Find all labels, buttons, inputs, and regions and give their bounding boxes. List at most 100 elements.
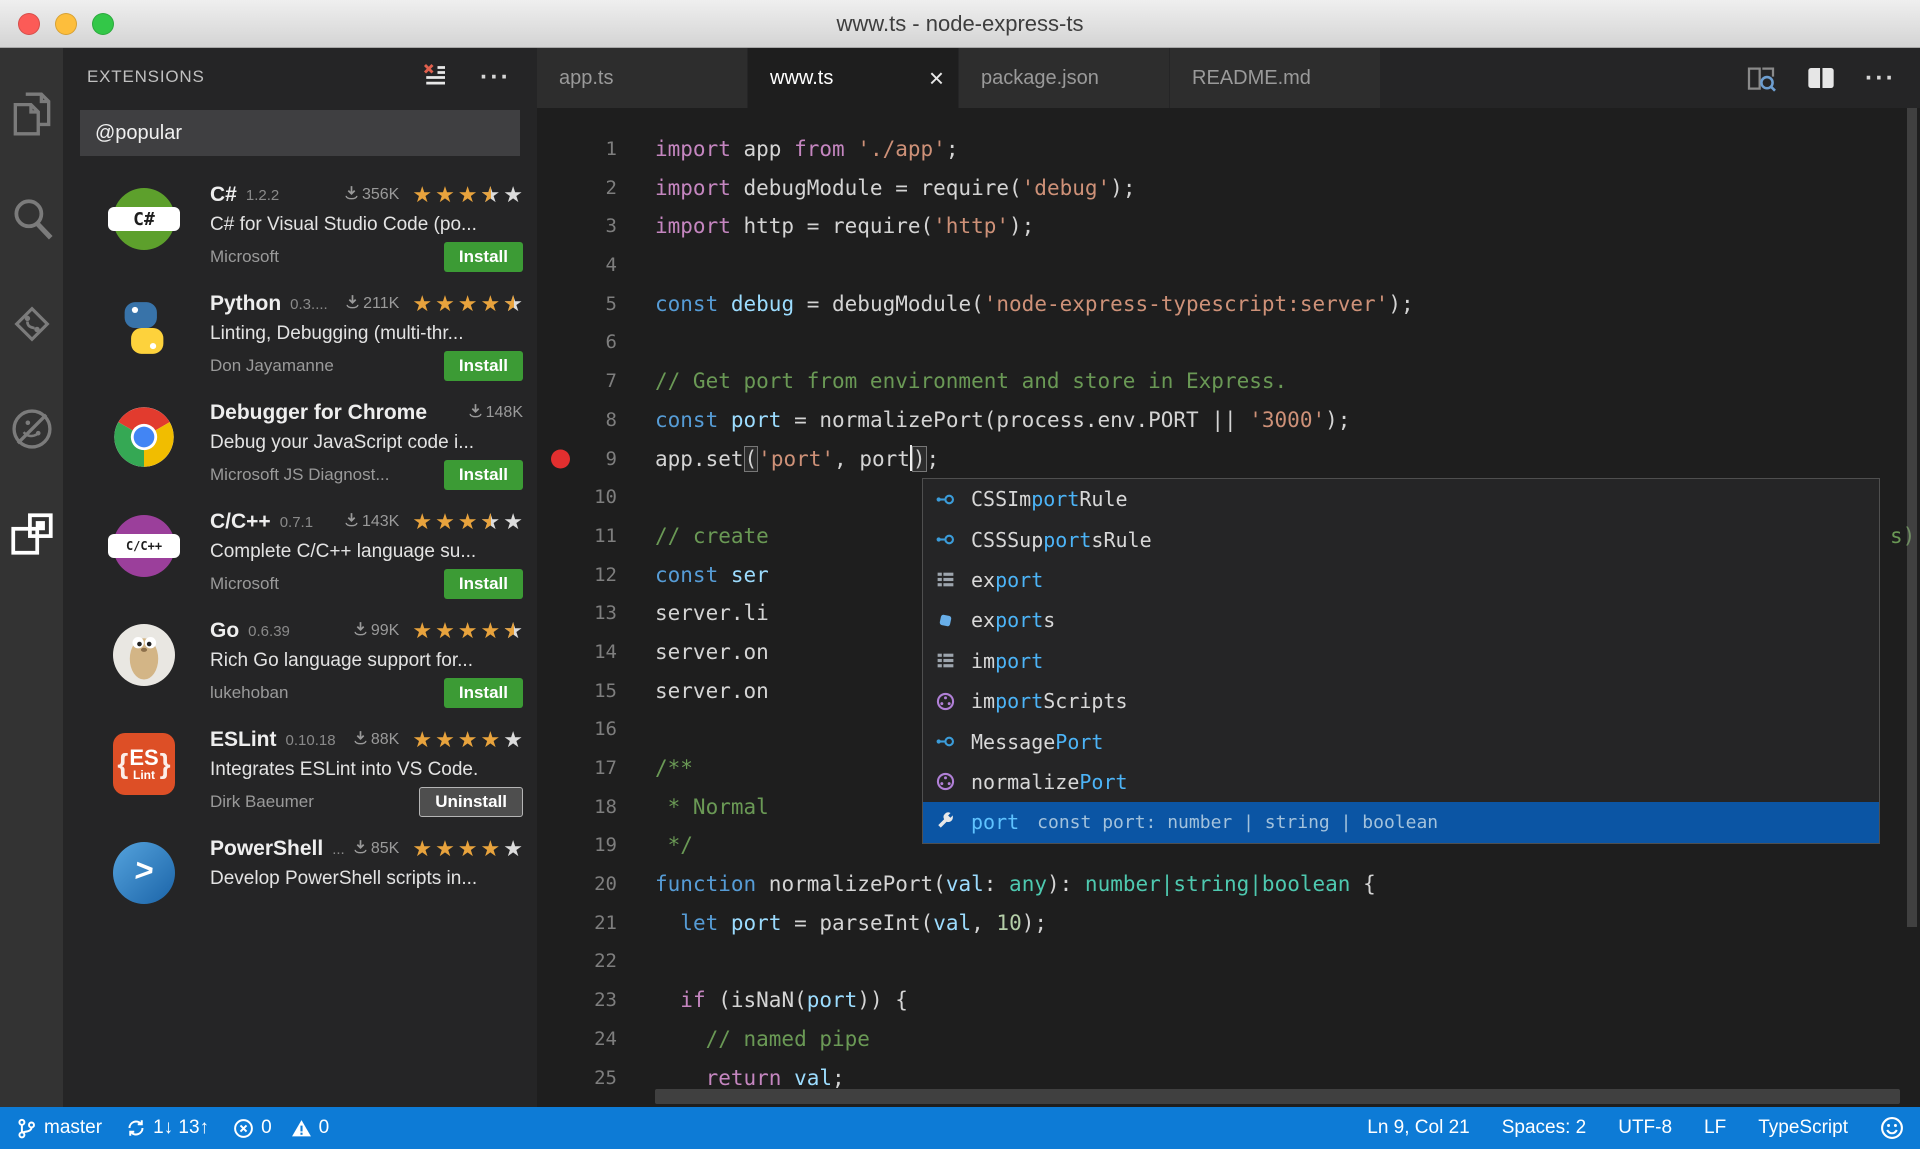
tab-app.ts[interactable]: app.ts (537, 48, 748, 108)
download-icon (343, 184, 360, 206)
vertical-scrollbar[interactable] (1907, 108, 1917, 927)
feedback-smiley-icon[interactable] (1880, 1116, 1904, 1140)
suggestion-item[interactable]: export (923, 560, 1879, 600)
tab-package.json[interactable]: package.json (959, 48, 1170, 108)
activity-item-debug[interactable] (0, 379, 63, 484)
suggestion-item[interactable]: normalizePort (923, 762, 1879, 802)
python-logo-icon (113, 297, 175, 359)
extension-item-python[interactable]: Python0.3....211K★★★★★★Linting, Debuggin… (63, 279, 537, 388)
extension-version: ... (332, 841, 345, 858)
csharp-logo-icon: C# (113, 188, 175, 250)
extension-item-cpp[interactable]: C/C++C/C++0.7.1143K★★★★★★Complete C/C++ … (63, 497, 537, 606)
install-button[interactable]: Install (444, 569, 523, 599)
field-icon (935, 610, 971, 631)
extension-version: 0.6.39 (248, 623, 290, 640)
suggestion-item[interactable]: CSSImportRule (923, 479, 1879, 519)
line-number: 1 (537, 130, 617, 169)
clear-extensions-input-icon[interactable] (420, 60, 450, 95)
suggestion-item[interactable]: CSSSupportsRule (923, 519, 1879, 559)
extension-item-powershell[interactable]: >PowerShell...85K★★★★★Develop PowerShell… (63, 824, 537, 933)
minimize-window-button[interactable] (55, 13, 77, 35)
source-control-icon (7, 299, 57, 354)
tab-README.md[interactable]: README.md (1170, 48, 1381, 108)
suggestion-item[interactable]: port const port: number | string | boolea… (923, 802, 1879, 842)
extension-version: 0.3.... (290, 296, 328, 313)
star-icon: ★ (412, 838, 432, 860)
suggestion-item[interactable]: importScripts (923, 681, 1879, 721)
extension-item-csharp[interactable]: C#C#1.2.2356K★★★★★★C# for Visual Studio … (63, 170, 537, 279)
extensions-more-actions-icon[interactable]: ··· (480, 72, 511, 82)
download-count: 148K (467, 402, 523, 424)
star-icon: ★ (503, 838, 523, 860)
method-icon (935, 691, 971, 712)
activity-item-source-control[interactable] (0, 274, 63, 379)
indentation-setting[interactable]: Spaces: 2 (1502, 1117, 1587, 1139)
line-number: 11 (537, 517, 617, 556)
open-preview-icon[interactable] (1745, 62, 1777, 94)
activity-item-explorer[interactable] (0, 64, 63, 169)
star-icon: ★ (435, 838, 455, 860)
extensions-header: EXTENSIONS ··· (63, 48, 537, 106)
code-line-1: 1import app from './app'; (537, 130, 1920, 169)
suggestion-item[interactable]: exports (923, 600, 1879, 640)
suggestion-detail: const port: number | string | boolean (1037, 812, 1438, 833)
download-count: 85K (352, 838, 399, 860)
horizontal-scrollbar[interactable] (655, 1089, 1900, 1104)
code-line-4: 4 (537, 246, 1920, 285)
star-icon: ★ (435, 511, 455, 533)
close-window-button[interactable] (18, 13, 40, 35)
sync-icon (126, 1118, 146, 1138)
problems-status[interactable]: 0 0 (233, 1117, 329, 1139)
rating-stars: ★★★★★ (409, 729, 523, 751)
extension-item-chrome[interactable]: Debugger for Chrome148KDebug your JavaSc… (63, 388, 537, 497)
extension-name: C/C++ (210, 510, 271, 534)
eol-setting[interactable]: LF (1704, 1117, 1726, 1139)
close-icon[interactable]: × (929, 68, 944, 88)
git-branch-status[interactable]: master (16, 1117, 102, 1140)
download-icon (352, 729, 369, 751)
eslint-logo-icon: {ESLint} (113, 733, 175, 795)
line-number: 8 (537, 401, 617, 440)
install-button[interactable]: Install (444, 460, 523, 490)
star-icon: ★ (481, 293, 501, 315)
tab-www.ts[interactable]: www.ts× (748, 48, 959, 108)
editor-more-actions-icon[interactable]: ··· (1865, 73, 1896, 83)
extension-publisher: lukehoban (210, 683, 288, 703)
line-number: 6 (537, 323, 617, 362)
install-button[interactable]: Install (444, 351, 523, 381)
suggestion-item[interactable]: import (923, 641, 1879, 681)
extension-name: Go (210, 619, 239, 643)
breakpoint-dot[interactable] (551, 449, 570, 468)
download-count: 211K (344, 293, 399, 315)
reference-icon (935, 529, 971, 550)
uninstall-button[interactable]: Uninstall (419, 787, 523, 817)
line-number: 18 (537, 788, 617, 827)
code-editor[interactable]: 1import app from './app';2import debugMo… (537, 108, 1920, 1107)
zoom-window-button[interactable] (92, 13, 114, 35)
extension-item-eslint[interactable]: {ESLint}ESLint0.10.1888K★★★★★Integrates … (63, 715, 537, 824)
line-number: 10 (537, 478, 617, 517)
module-icon (935, 650, 971, 671)
star-icon: ★ (458, 838, 478, 860)
activity-item-search[interactable] (0, 169, 63, 274)
language-mode[interactable]: TypeScript (1758, 1117, 1848, 1139)
sync-status[interactable]: 1↓ 13↑ (126, 1117, 209, 1139)
suggestion-label: port (971, 810, 1019, 834)
editor-actions: ··· (1745, 48, 1920, 108)
line-number: 5 (537, 285, 617, 324)
activity-item-extensions[interactable] (0, 484, 63, 589)
extensions-search-input[interactable] (80, 110, 520, 156)
extension-item-go[interactable]: Go0.6.3999K★★★★★★Rich Go language suppor… (63, 606, 537, 715)
wrench-icon (935, 812, 971, 833)
line-number: 3 (537, 207, 617, 246)
encoding-setting[interactable]: UTF-8 (1618, 1117, 1672, 1139)
errors-icon (233, 1118, 254, 1139)
line-number: 19 (537, 826, 617, 865)
install-button[interactable]: Install (444, 242, 523, 272)
code-line-21: 21 let port = parseInt(val, 10); (537, 904, 1920, 943)
split-editor-icon[interactable] (1805, 62, 1837, 94)
cursor-position[interactable]: Ln 9, Col 21 (1367, 1117, 1469, 1139)
install-button[interactable]: Install (444, 678, 523, 708)
tab-label: app.ts (559, 67, 613, 90)
suggestion-item[interactable]: MessagePort (923, 721, 1879, 761)
